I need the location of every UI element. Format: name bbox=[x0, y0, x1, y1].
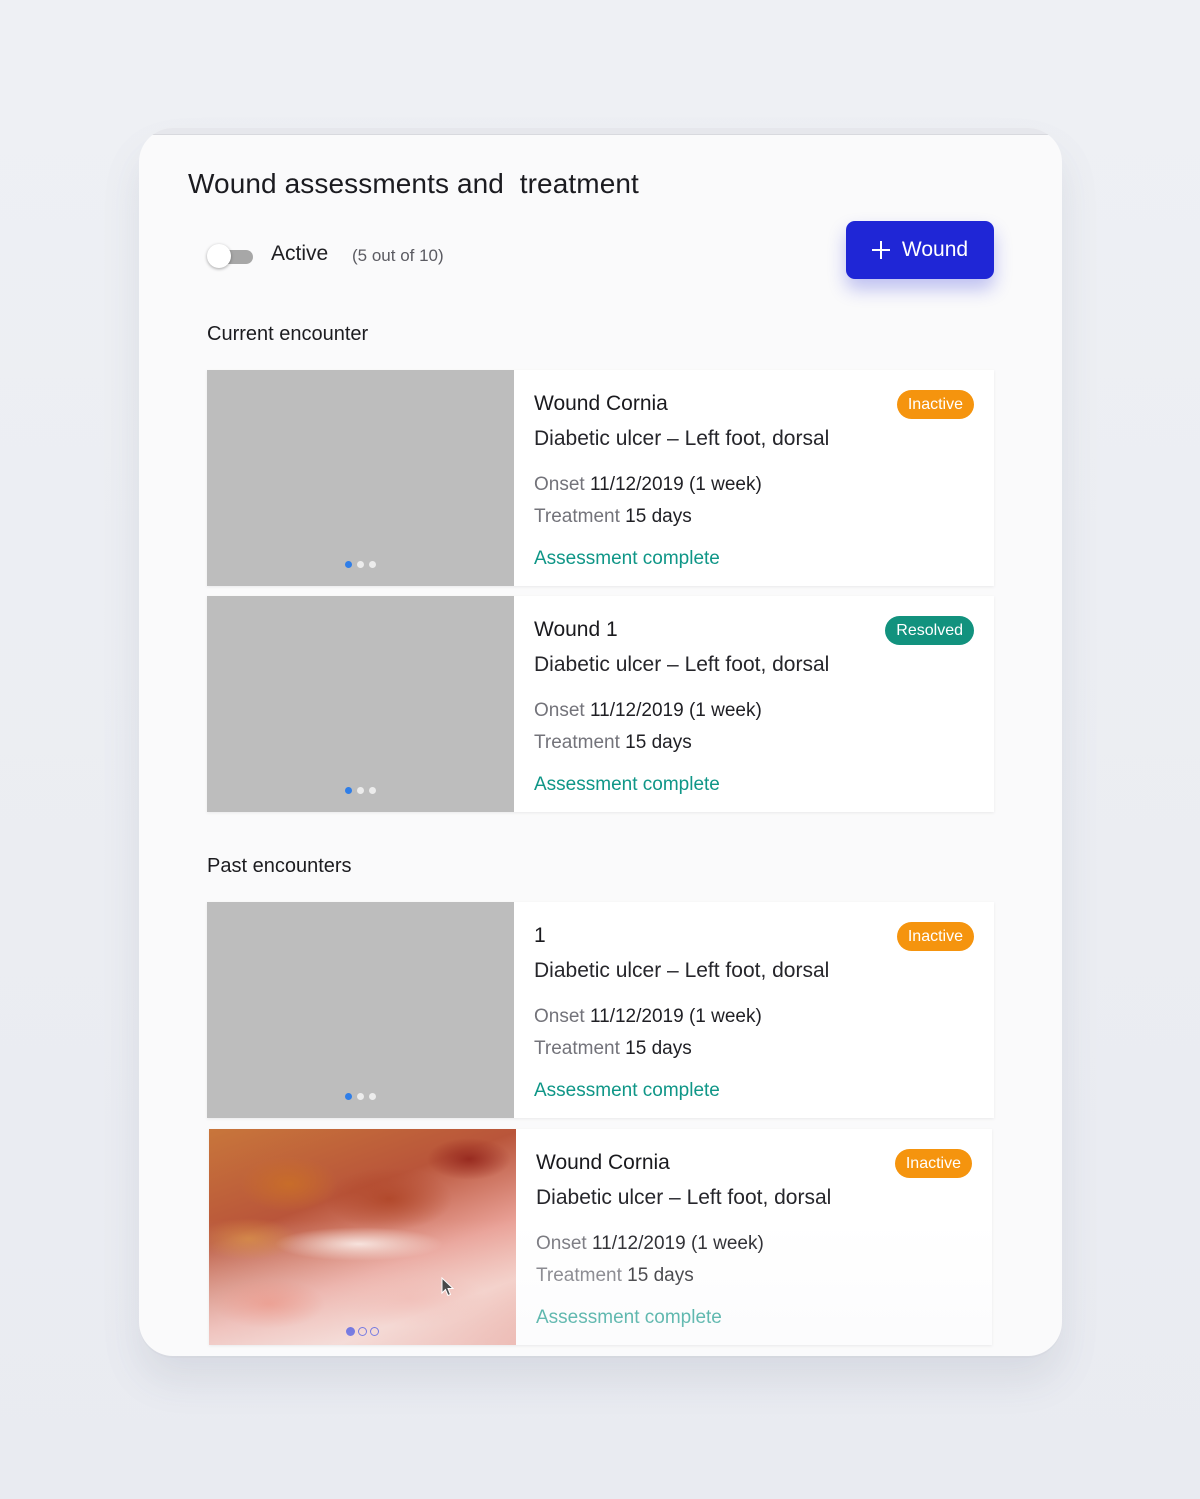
carousel-dot[interactable] bbox=[370, 1327, 379, 1336]
wound-image-placeholder[interactable] bbox=[207, 596, 514, 812]
treatment-row: Treatment 15 days bbox=[534, 506, 692, 528]
active-count-text: (5 out of 10) bbox=[352, 246, 444, 265]
active-filter-label: Active bbox=[271, 242, 329, 265]
wound-name: Wound Cornia bbox=[536, 1151, 670, 1174]
onset-label: Onset bbox=[534, 474, 585, 495]
image-carousel-dots bbox=[209, 1327, 516, 1336]
wound-image-placeholder[interactable] bbox=[207, 370, 514, 586]
carousel-dot[interactable] bbox=[369, 561, 376, 568]
treatment-label: Treatment bbox=[536, 1265, 622, 1286]
carousel-dot-active[interactable] bbox=[346, 1327, 355, 1336]
carousel-dot[interactable] bbox=[357, 561, 364, 568]
onset-label: Onset bbox=[534, 1006, 585, 1027]
treatment-label: Treatment bbox=[534, 1038, 620, 1059]
wound-name: 1 bbox=[534, 924, 546, 947]
mouse-cursor-icon bbox=[441, 1277, 455, 1297]
status-badge-inactive: Inactive bbox=[896, 390, 974, 419]
assessment-status-link[interactable]: Assessment complete bbox=[534, 774, 720, 796]
assessment-status-link[interactable]: Assessment complete bbox=[534, 548, 720, 570]
wound-card[interactable]: Wound Cornia Diabetic ulcer – Left foot,… bbox=[209, 1129, 992, 1345]
toggle-knob bbox=[207, 244, 231, 268]
status-badge-resolved: Resolved bbox=[885, 616, 974, 645]
carousel-dot[interactable] bbox=[369, 1093, 376, 1100]
add-wound-button[interactable]: Wound bbox=[846, 221, 994, 279]
carousel-dot-active[interactable] bbox=[345, 787, 352, 794]
onset-value: 11/12/2019 (1 week) bbox=[589, 474, 762, 495]
treatment-value: 15 days bbox=[625, 506, 692, 527]
treatment-value: 15 days bbox=[625, 732, 692, 753]
onset-row: Onset 11/12/2019 (1 week) bbox=[534, 474, 762, 496]
plus-icon bbox=[871, 241, 890, 259]
carousel-dot-active[interactable] bbox=[345, 1093, 352, 1100]
carousel-dot[interactable] bbox=[369, 787, 376, 794]
wound-image-placeholder[interactable] bbox=[207, 902, 514, 1118]
treatment-row: Treatment 15 days bbox=[534, 1038, 692, 1060]
onset-label: Onset bbox=[534, 700, 585, 721]
wound-diagnosis: Diabetic ulcer – Left foot, dorsal bbox=[536, 1186, 832, 1209]
onset-value: 11/12/2019 (1 week) bbox=[589, 1006, 762, 1027]
wound-diagnosis: Diabetic ulcer – Left foot, dorsal bbox=[534, 959, 830, 982]
status-badge-inactive: Inactive bbox=[894, 1149, 972, 1178]
wound-card[interactable]: Wound Cornia Diabetic ulcer – Left foot,… bbox=[207, 370, 994, 586]
onset-row: Onset 11/12/2019 (1 week) bbox=[536, 1233, 764, 1255]
treatment-row: Treatment 15 days bbox=[534, 732, 692, 754]
carousel-dot-active[interactable] bbox=[345, 561, 352, 568]
assessment-status-link[interactable]: Assessment complete bbox=[536, 1307, 722, 1329]
treatment-row: Treatment 15 days bbox=[536, 1265, 694, 1287]
wound-diagnosis: Diabetic ulcer – Left foot, dorsal bbox=[534, 427, 830, 450]
image-carousel-dots bbox=[207, 561, 514, 568]
onset-row: Onset 11/12/2019 (1 week) bbox=[534, 700, 762, 722]
wound-card[interactable]: Wound 1 Diabetic ulcer – Left foot, dors… bbox=[207, 596, 994, 812]
treatment-value: 15 days bbox=[625, 1038, 692, 1059]
treatment-label: Treatment bbox=[534, 732, 620, 753]
page-title: Wound assessments and treatment bbox=[188, 168, 639, 199]
section-title-past-encounters: Past encounters bbox=[207, 855, 352, 877]
status-badge-inactive: Inactive bbox=[896, 922, 974, 951]
image-carousel-dots bbox=[207, 787, 514, 794]
image-carousel-dots bbox=[207, 1093, 514, 1100]
assessment-status-link[interactable]: Assessment complete bbox=[534, 1080, 720, 1102]
wound-name: Wound 1 bbox=[534, 618, 618, 641]
carousel-dot[interactable] bbox=[358, 1327, 367, 1336]
wound-name: Wound Cornia bbox=[534, 392, 668, 415]
active-filter-toggle[interactable] bbox=[207, 244, 255, 270]
onset-label: Onset bbox=[536, 1233, 587, 1254]
wound-photo[interactable] bbox=[209, 1129, 516, 1345]
treatment-label: Treatment bbox=[534, 506, 620, 527]
treatment-value: 15 days bbox=[627, 1265, 694, 1286]
wound-assessments-panel: Wound assessments and treatment Active (… bbox=[139, 128, 1062, 1356]
add-wound-label: Wound bbox=[901, 238, 969, 261]
wound-diagnosis: Diabetic ulcer – Left foot, dorsal bbox=[534, 653, 830, 676]
section-title-current-encounter: Current encounter bbox=[207, 323, 369, 345]
carousel-dot[interactable] bbox=[357, 787, 364, 794]
panel-top-divider bbox=[139, 128, 1062, 135]
wound-card[interactable]: 1 Diabetic ulcer – Left foot, dorsal Ons… bbox=[207, 902, 994, 1118]
onset-row: Onset 11/12/2019 (1 week) bbox=[534, 1006, 762, 1028]
onset-value: 11/12/2019 (1 week) bbox=[591, 1233, 764, 1254]
carousel-dot[interactable] bbox=[357, 1093, 364, 1100]
onset-value: 11/12/2019 (1 week) bbox=[589, 700, 762, 721]
